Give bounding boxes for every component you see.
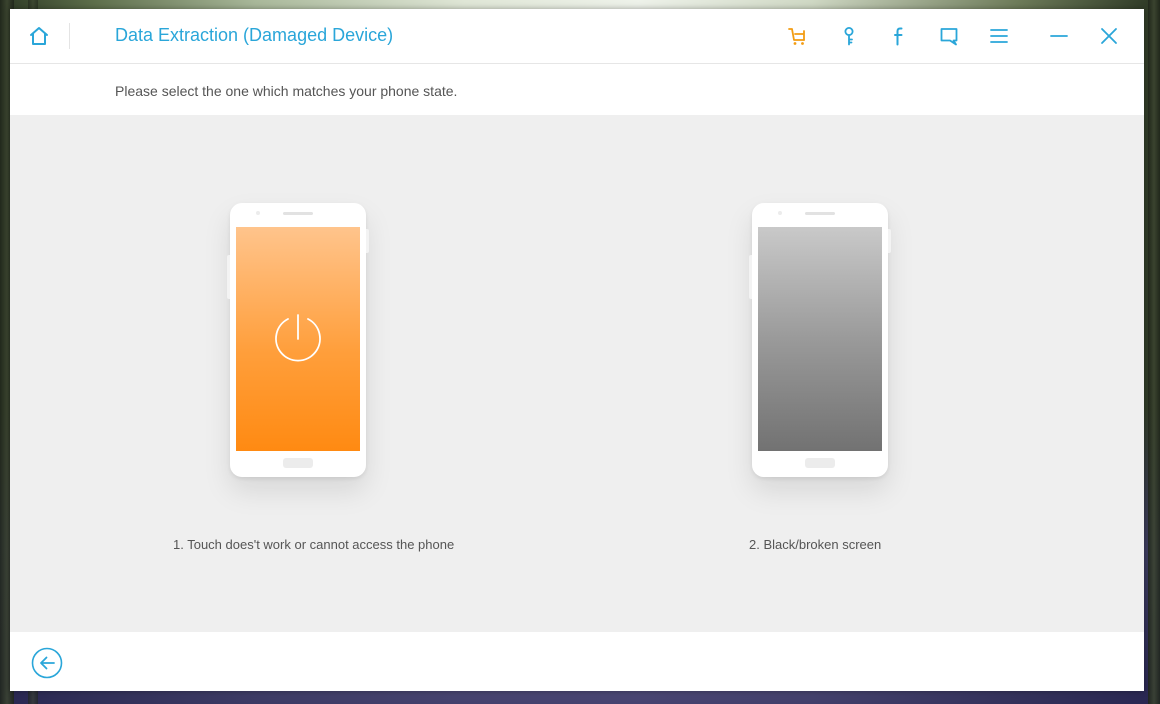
phone-side-button bbox=[366, 229, 369, 253]
back-button[interactable] bbox=[31, 647, 63, 679]
instruction-text: Please select the one which matches your… bbox=[115, 83, 458, 99]
back-arrow-icon bbox=[31, 647, 63, 683]
phone-screen-gray bbox=[758, 227, 882, 451]
title-divider bbox=[69, 23, 70, 49]
home-button[interactable] bbox=[28, 25, 50, 47]
phone-illustration bbox=[227, 203, 369, 477]
phone-screen-orange bbox=[236, 227, 360, 451]
phone-home-key bbox=[283, 458, 313, 468]
tree-trunk bbox=[1148, 0, 1160, 704]
phone-side-button bbox=[749, 255, 752, 299]
option-touch-not-working[interactable]: 1. Touch does't work or cannot access th… bbox=[150, 115, 490, 575]
camera-dot bbox=[256, 211, 260, 215]
minimize-icon bbox=[1048, 25, 1070, 47]
close-icon bbox=[1098, 25, 1120, 47]
footer-bar bbox=[10, 632, 1144, 691]
menu-button[interactable] bbox=[988, 25, 1010, 47]
window-title: Data Extraction (Damaged Device) bbox=[115, 25, 394, 45]
menu-icon bbox=[988, 25, 1010, 47]
option-label: 2. Black/broken screen bbox=[749, 537, 882, 552]
register-button[interactable] bbox=[838, 25, 860, 47]
minimize-button[interactable] bbox=[1048, 25, 1070, 47]
cart-icon bbox=[787, 25, 809, 47]
phone-speaker bbox=[805, 212, 835, 215]
feedback-button[interactable] bbox=[938, 25, 960, 47]
phone-side-button bbox=[227, 255, 230, 299]
home-icon bbox=[28, 27, 50, 51]
option-label: 1. Touch does't work or cannot access th… bbox=[173, 537, 455, 552]
phone-side-button bbox=[888, 229, 891, 253]
power-icon bbox=[269, 309, 327, 367]
close-button[interactable] bbox=[1098, 25, 1120, 47]
phone-illustration bbox=[749, 203, 891, 477]
phone-home-key bbox=[805, 458, 835, 468]
title-bar: Data Extraction (Damaged Device) bbox=[10, 9, 1144, 64]
phone-state-options: 1. Touch does't work or cannot access th… bbox=[10, 115, 1144, 632]
key-icon bbox=[838, 25, 860, 47]
facebook-button[interactable] bbox=[888, 25, 910, 47]
cart-button[interactable] bbox=[787, 25, 809, 47]
facebook-icon bbox=[888, 25, 910, 47]
option-black-broken-screen[interactable]: 2. Black/broken screen bbox=[690, 115, 970, 575]
feedback-icon bbox=[938, 25, 960, 47]
app-window: Data Extraction (Damaged Device) Please … bbox=[10, 9, 1144, 691]
camera-dot bbox=[778, 211, 782, 215]
phone-speaker bbox=[283, 212, 313, 215]
